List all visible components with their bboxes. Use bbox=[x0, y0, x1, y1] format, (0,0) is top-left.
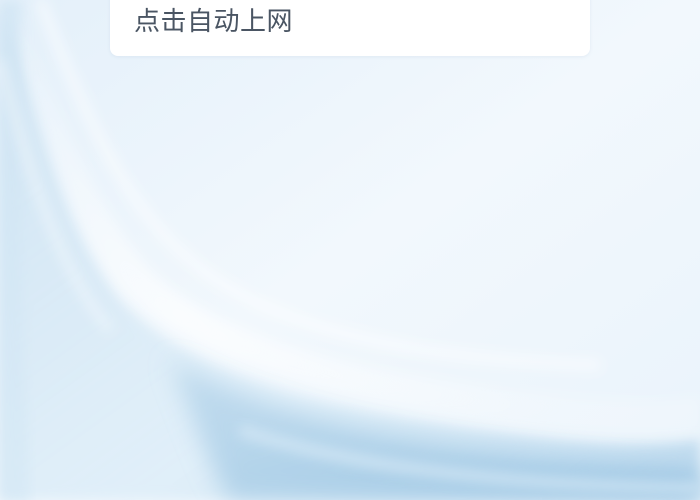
auto-connect-label: 点击自动上网 bbox=[134, 7, 294, 37]
silk-wave-background bbox=[0, 0, 700, 500]
auto-connect-card[interactable]: 点击自动上网 bbox=[110, 0, 590, 56]
